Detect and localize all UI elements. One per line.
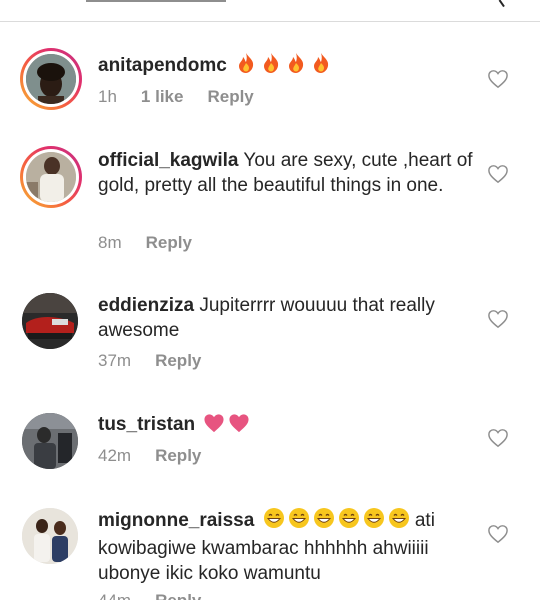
like-heart-icon[interactable] [487,164,509,184]
reply-button[interactable]: Reply [207,87,253,107]
like-heart-icon[interactable] [487,309,509,329]
comment-time: 44m [98,591,131,600]
grinning-face-icon [313,507,335,536]
grin-emoji-group [260,508,415,531]
comment-text: anitapendomc [98,52,476,81]
fire-icon [285,52,307,81]
heart-emoji-icon [228,413,250,440]
comment-meta: 1h 1 like Reply [98,87,278,107]
header-icon-fragment [498,0,512,8]
comment-time: 1h [98,87,117,106]
grinning-face-icon [288,507,310,536]
heart-emoji-icon [203,413,225,440]
comment-username[interactable]: official_kagwila [98,150,238,171]
grinning-face-icon [388,507,410,536]
avatar[interactable] [22,508,78,564]
comment-username[interactable]: tus_tristan [98,414,195,435]
avatar[interactable] [22,293,78,349]
reply-button[interactable]: Reply [155,591,201,600]
comment-likes[interactable]: 1 like [141,87,184,107]
comment-text: official_kagwila You are sexy, cute ,hea… [98,148,476,198]
comment-meta: 44m Reply [98,591,225,600]
comment-username[interactable]: anitapendomc [98,55,227,76]
like-heart-icon[interactable] [487,524,509,544]
comment-text: mignonne_raissa ati kowibagiwe kwambarac… [98,507,476,586]
grinning-face-icon [338,507,360,536]
comment-text: eddienziza Jupiterrrr wouuuu that really… [98,293,476,343]
fire-emoji-group [232,53,332,76]
like-heart-icon[interactable] [487,69,509,89]
comment-text: tus_tristan [98,412,476,440]
avatar[interactable] [22,413,78,469]
reply-button[interactable]: Reply [155,351,201,371]
comment-meta: 8m Reply [98,233,216,253]
grinning-face-icon [263,507,285,536]
comment-time: 42m [98,446,132,465]
like-heart-icon[interactable] [487,428,509,448]
comment-username[interactable]: mignonne_raissa [98,510,254,531]
comment-meta: 42m Reply [98,446,225,466]
heart-emoji-group [200,414,250,435]
reply-button[interactable]: Reply [155,446,201,466]
fire-icon [310,52,332,81]
comment-time: 37m [98,351,132,370]
comment-username[interactable]: eddienziza [98,295,194,316]
fire-icon [235,52,257,81]
reply-button[interactable]: Reply [146,233,192,253]
avatar[interactable] [20,146,82,208]
comment-meta: 37m Reply [98,351,225,371]
top-bar [0,0,540,22]
comment-time: 8m [98,233,122,252]
avatar[interactable] [20,48,82,110]
grinning-face-icon [363,507,385,536]
header-text-fragment [86,0,226,2]
fire-icon [260,52,282,81]
